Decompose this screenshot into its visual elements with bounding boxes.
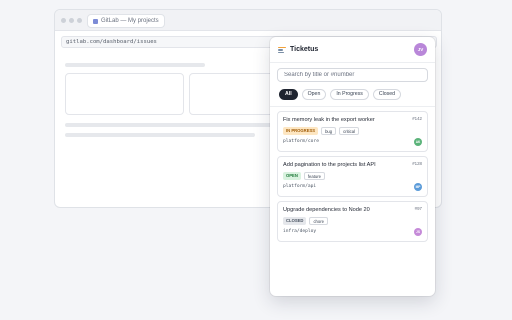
ticket-repo: platform/core bbox=[283, 139, 319, 144]
divider bbox=[270, 106, 435, 107]
filter-in-progress[interactable]: In Progress bbox=[330, 89, 369, 100]
tab-favicon-icon bbox=[93, 18, 98, 24]
label-tag: bug bbox=[321, 127, 337, 135]
ticket-card[interactable]: Upgrade dependencies to Node 20 #97 CLOS… bbox=[277, 201, 428, 242]
tab-title: GitLab — My projects bbox=[101, 18, 159, 24]
status-badge: OPEN bbox=[283, 172, 301, 180]
ticketus-popup: Ticketus JV All Open In Progress Closed … bbox=[270, 37, 435, 296]
ticket-number: #128 bbox=[412, 161, 422, 166]
search-input[interactable] bbox=[277, 68, 428, 82]
skeleton-line bbox=[65, 63, 205, 67]
popup-title: Ticketus bbox=[290, 46, 319, 53]
ticket-tags: CLOSED chore bbox=[283, 217, 328, 225]
label-tag: critical bbox=[339, 127, 359, 135]
ticket-repo: platform/api bbox=[283, 184, 317, 189]
window-close-dot[interactable] bbox=[61, 18, 66, 23]
skeleton-card bbox=[65, 73, 184, 115]
filter-closed[interactable]: Closed bbox=[372, 89, 402, 100]
window-maximize-dot[interactable] bbox=[77, 18, 82, 23]
window-minimize-dot[interactable] bbox=[69, 18, 74, 23]
assignee-avatar: MP bbox=[414, 183, 422, 191]
ticket-tags: OPEN feature bbox=[283, 172, 325, 180]
ticket-card[interactable]: Add pagination to the projects list API … bbox=[277, 156, 428, 197]
browser-titlebar: GitLab — My projects bbox=[55, 10, 441, 31]
popup-header: Ticketus JV bbox=[270, 37, 435, 63]
status-badge: CLOSED bbox=[283, 217, 307, 225]
browser-tab[interactable]: GitLab — My projects bbox=[87, 14, 165, 28]
ticket-title: Fix memory leak in the export worker bbox=[283, 117, 375, 123]
ticket-card[interactable]: Fix memory leak in the export worker #14… bbox=[277, 111, 428, 152]
ticket-repo: infra/deploy bbox=[283, 229, 317, 234]
skeleton-line bbox=[65, 133, 255, 137]
ticket-number: #142 bbox=[412, 116, 422, 121]
ticket-number: #97 bbox=[414, 206, 422, 211]
ticket-title: Upgrade dependencies to Node 20 bbox=[283, 207, 370, 213]
ticket-tags: IN PROGRESS bug critical bbox=[283, 127, 359, 135]
ticketus-logo-icon bbox=[278, 46, 286, 53]
label-tag: feature bbox=[303, 172, 325, 180]
status-badge: IN PROGRESS bbox=[283, 127, 319, 135]
assignee-avatar: JS bbox=[414, 228, 422, 236]
status-filter-tabs: All Open In Progress Closed bbox=[279, 89, 428, 100]
assignee-avatar: AK bbox=[414, 138, 422, 146]
skeleton-line bbox=[65, 123, 285, 127]
filter-open[interactable]: Open bbox=[301, 89, 327, 100]
label-tag: chore bbox=[309, 217, 328, 225]
ticket-title: Add pagination to the projects list API bbox=[283, 162, 376, 168]
filter-all[interactable]: All bbox=[279, 89, 298, 100]
user-avatar[interactable]: JV bbox=[414, 43, 427, 56]
